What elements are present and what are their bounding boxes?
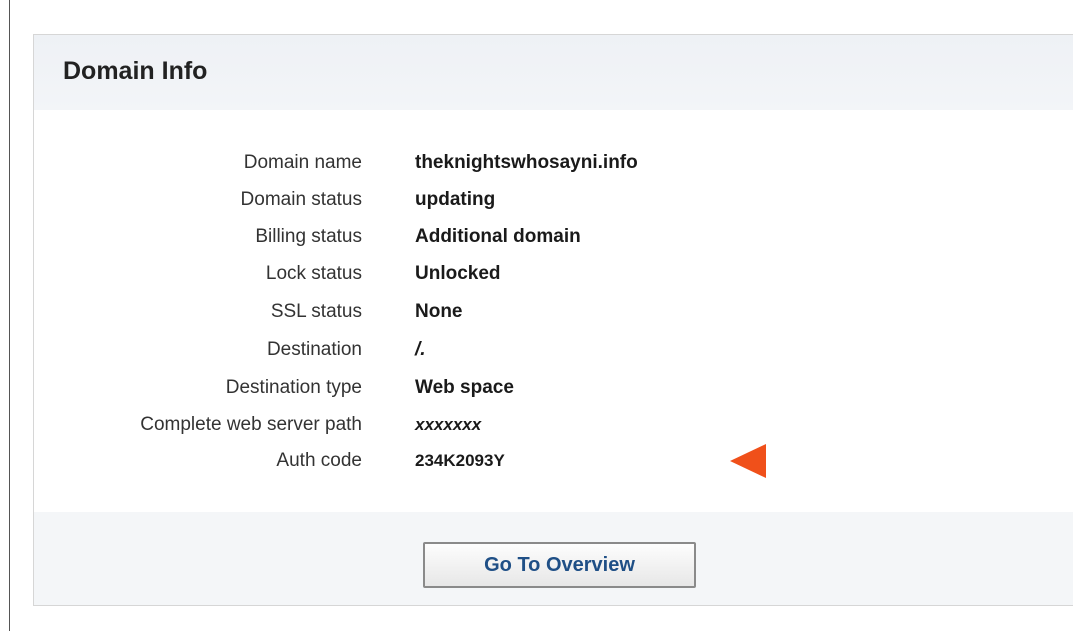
- panel-header: Domain Info: [34, 35, 1073, 110]
- row-auth-code: Auth code 234K2093Y: [34, 446, 1034, 476]
- row-destination-type: Destination type Web space: [34, 373, 1034, 403]
- web-server-path-value: xxxxxxx: [415, 415, 482, 434]
- destination-type-value: Web space: [415, 377, 514, 398]
- row-destination: Destination /.: [34, 335, 1034, 365]
- page-title: Domain Info: [63, 57, 208, 85]
- ssl-status-label: SSL status: [270, 301, 362, 322]
- domain-status-value: updating: [415, 189, 496, 210]
- row-billing-status: Billing status Additional domain: [34, 222, 1034, 252]
- ssl-status-value: None: [415, 301, 463, 322]
- lock-status-value: Unlocked: [415, 263, 501, 284]
- pointer-arrow-icon: [730, 444, 766, 478]
- row-domain-name: Domain name theknightswhosayni.info: [34, 148, 1034, 178]
- domain-status-label: Domain status: [240, 189, 362, 210]
- destination-label: Destination: [266, 339, 362, 360]
- panel-footer: Go To Overview: [34, 512, 1073, 605]
- billing-status-label: Billing status: [255, 226, 362, 247]
- lock-status-label: Lock status: [265, 263, 362, 284]
- billing-status-value: Additional domain: [415, 226, 581, 247]
- destination-type-label: Destination type: [225, 377, 362, 398]
- go-to-overview-button[interactable]: Go To Overview: [423, 542, 696, 588]
- auth-code-value: 234K2093Y: [415, 451, 505, 470]
- domain-name-label: Domain name: [243, 152, 362, 173]
- row-ssl-status: SSL status None: [34, 297, 1034, 327]
- row-lock-status: Lock status Unlocked: [34, 259, 1034, 289]
- row-web-server-path: Complete web server path xxxxxxx: [34, 410, 1034, 440]
- domain-info-panel: Domain Info Domain name theknightswhosay…: [33, 34, 1073, 606]
- domain-details: Domain name theknightswhosayni.info Doma…: [34, 110, 1073, 512]
- domain-name-value: theknightswhosayni.info: [415, 152, 638, 173]
- auth-code-label: Auth code: [276, 450, 362, 471]
- web-server-path-label: Complete web server path: [140, 414, 362, 435]
- left-divider: [9, 0, 10, 631]
- row-domain-status: Domain status updating: [34, 185, 1034, 215]
- destination-value: /.: [415, 339, 426, 360]
